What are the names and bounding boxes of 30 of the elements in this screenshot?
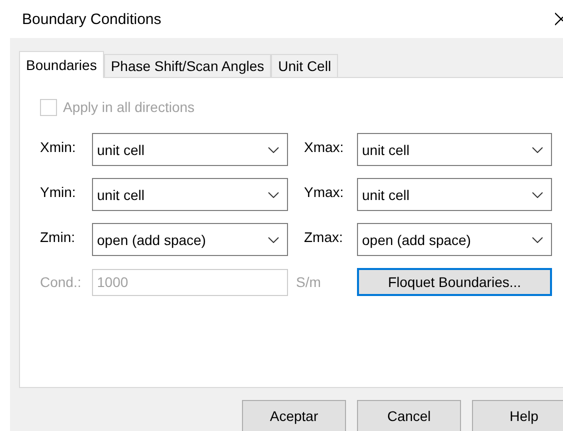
chevron-icon: [532, 146, 543, 152]
dialog-button[interactable]: Aceptar: [242, 400, 346, 431]
field-label: Xmax:: [304, 138, 345, 155]
dropdown[interactable]: unit cell: [92, 178, 288, 211]
field-label: Ymin:: [40, 183, 77, 200]
field-label: Zmin:: [40, 228, 76, 245]
tab[interactable]: Unit Cell: [271, 54, 338, 77]
dropdown[interactable]: open (add space): [357, 223, 552, 256]
field-label: Ymax:: [304, 183, 345, 200]
close-icon[interactable]: [555, 12, 563, 26]
dropdown[interactable]: unit cell: [92, 133, 288, 166]
chevron-icon: [532, 192, 543, 198]
chevron-icon: [268, 236, 279, 242]
dialog-button[interactable]: Cancel: [357, 400, 461, 431]
window-title: Boundary Conditions: [22, 10, 162, 28]
chevron-icon: [268, 192, 279, 198]
floquet-button[interactable]: Floquet Boundaries...: [357, 268, 552, 296]
dialog-button[interactable]: Help: [472, 400, 563, 431]
tab[interactable]: Phase Shift/Scan Angles: [104, 54, 272, 77]
chevron-icon: [532, 236, 543, 242]
field-label: Cond.:: [40, 274, 82, 290]
dropdown[interactable]: open (add space): [92, 223, 288, 256]
field-label: Zmax:: [304, 228, 344, 245]
chevron-icon: [268, 146, 279, 152]
dropdown[interactable]: unit cell: [357, 178, 552, 211]
checkbox-label: Apply in all directions: [63, 99, 195, 115]
dropdown[interactable]: unit cell: [357, 133, 552, 166]
tab[interactable]: Boundaries: [19, 51, 104, 78]
field-label: Xmin:: [40, 138, 77, 155]
unit-label: S/m: [296, 273, 321, 291]
